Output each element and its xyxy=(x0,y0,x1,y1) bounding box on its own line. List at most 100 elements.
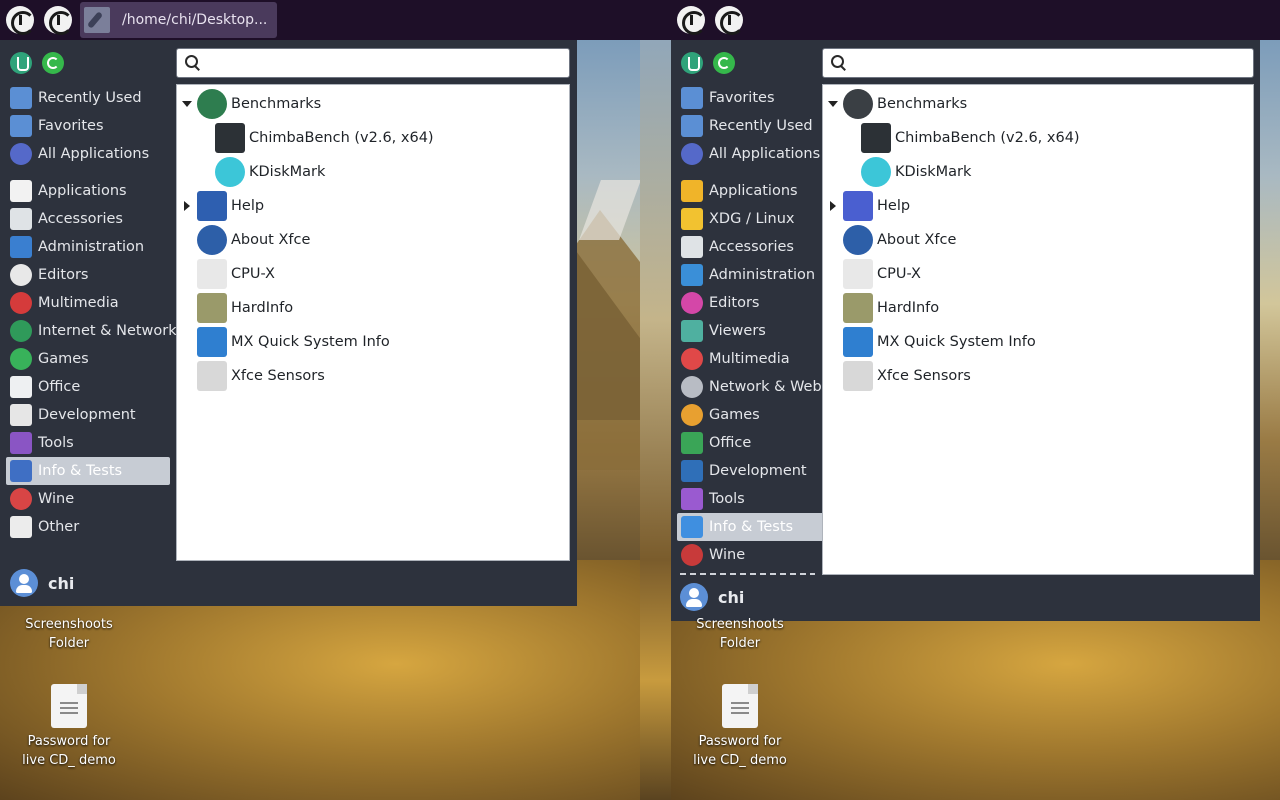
category-label: Games xyxy=(709,407,760,423)
app-label: KDiskMark xyxy=(895,164,972,180)
app-item-chimbabench-v2-6-x64[interactable]: ChimbaBench (v2.6, x64) xyxy=(215,121,434,155)
app-item-xfce-sensors[interactable]: Xfce Sensors xyxy=(843,359,971,393)
search-input[interactable] xyxy=(851,50,1253,76)
games-icon xyxy=(10,348,32,370)
category-item-accessories[interactable]: Accessories xyxy=(677,233,841,261)
category-item-development[interactable]: Development xyxy=(677,457,841,485)
category-item-favorites[interactable]: Favorites xyxy=(6,112,170,140)
app-item-chimbabench-v2-6-x64[interactable]: ChimbaBench (v2.6, x64) xyxy=(861,121,1080,155)
category-item-administration[interactable]: Administration xyxy=(677,261,841,289)
info-tests-icon xyxy=(10,460,32,482)
office-icon xyxy=(681,432,703,454)
app-label: Xfce Sensors xyxy=(877,368,971,384)
category-item-development[interactable]: Development xyxy=(6,401,170,429)
category-item-network-web[interactable]: Network & Web xyxy=(677,373,841,401)
app-item-kdiskmark[interactable]: KDiskMark xyxy=(215,155,325,189)
launcher-button[interactable] xyxy=(712,3,746,37)
refresh-icon[interactable] xyxy=(713,52,735,74)
app-item-xfce-sensors[interactable]: Xfce Sensors xyxy=(197,359,325,393)
app-group-benchmarks[interactable]: Benchmarks xyxy=(843,87,967,121)
multimedia-icon xyxy=(681,348,703,370)
category-item-office[interactable]: Office xyxy=(677,429,841,457)
app-group-help[interactable]: Help xyxy=(843,189,910,223)
category-item-internet-network[interactable]: Internet & Network xyxy=(6,317,177,345)
taskbar-window-button[interactable]: /home/chi/Desktop... xyxy=(80,2,277,38)
category-item-all-applications[interactable]: All Applications xyxy=(6,140,170,168)
app-item-mx-quick-system-info[interactable]: MX Quick System Info xyxy=(197,325,390,359)
settings-manager-icon[interactable] xyxy=(681,52,703,74)
category-item-recently-used[interactable]: Recently Used xyxy=(6,84,170,112)
category-item-office[interactable]: Office xyxy=(6,373,170,401)
refresh-icon[interactable] xyxy=(42,52,64,74)
help-icon xyxy=(197,191,227,221)
settings-manager-icon[interactable] xyxy=(10,52,32,74)
category-item-all-applications[interactable]: All Applications xyxy=(677,140,841,168)
xfce-sensors-icon xyxy=(197,361,227,391)
internet-network-icon xyxy=(10,320,32,342)
category-item-multimedia[interactable]: Multimedia xyxy=(6,289,170,317)
category-item-applications[interactable]: Applications xyxy=(677,177,841,205)
search-input[interactable] xyxy=(205,50,569,76)
search-field[interactable] xyxy=(822,48,1254,78)
app-label: CPU-X xyxy=(231,266,275,282)
category-item-multimedia[interactable]: Multimedia xyxy=(677,345,841,373)
other-icon xyxy=(10,516,32,538)
category-item-wine[interactable]: Wine xyxy=(677,541,841,569)
whisker-menu-button[interactable] xyxy=(3,3,37,37)
app-item-hardinfo[interactable]: HardInfo xyxy=(197,291,293,325)
category-item-xdg-linux[interactable]: XDG / Linux xyxy=(677,205,841,233)
desktop-file-password[interactable]: Password for live CD_ demo xyxy=(9,684,129,770)
category-item-info-tests[interactable]: Info & Tests xyxy=(677,513,841,541)
app-item-about-xfce[interactable]: About Xfce xyxy=(843,223,956,257)
expand-arrow-right-icon[interactable] xyxy=(179,198,195,214)
file-label-line2: live CD_ demo xyxy=(22,753,116,768)
app-label: About Xfce xyxy=(877,232,957,248)
file-label-line1: Password for xyxy=(27,734,111,749)
whisker-menu-button[interactable] xyxy=(674,3,708,37)
search-field[interactable] xyxy=(176,48,570,78)
category-item-editors[interactable]: Editors xyxy=(6,261,170,289)
app-item-hardinfo[interactable]: HardInfo xyxy=(843,291,939,325)
app-group-help[interactable]: Help xyxy=(197,189,264,223)
expand-arrow-right-icon[interactable] xyxy=(825,198,841,214)
app-item-mx-quick-system-info[interactable]: MX Quick System Info xyxy=(843,325,1036,359)
category-label: Multimedia xyxy=(709,351,790,367)
app-item-cpu-x[interactable]: CPU-X xyxy=(197,257,275,291)
category-scroll-indicator xyxy=(680,573,815,575)
folder-label-line1: Screenshoots xyxy=(696,617,784,632)
category-item-applications[interactable]: Applications xyxy=(6,177,170,205)
category-item-games[interactable]: Games xyxy=(677,401,841,429)
applications-panel: Benchmarks ChimbaBench (v2.6, x64) KDiskMa… xyxy=(822,84,1254,575)
category-item-accessories[interactable]: Accessories xyxy=(6,205,170,233)
category-item-administration[interactable]: Administration xyxy=(6,233,170,261)
kdiskmark-icon xyxy=(861,157,891,187)
desktop-file-password[interactable]: Password for live CD_ demo xyxy=(680,684,800,770)
category-item-other[interactable]: Other xyxy=(6,513,170,541)
launcher-button[interactable] xyxy=(41,3,75,37)
category-item-info-tests[interactable]: Info & Tests xyxy=(6,457,170,485)
category-item-tools[interactable]: Tools xyxy=(677,485,841,513)
category-item-wine[interactable]: Wine xyxy=(6,485,170,513)
app-item-kdiskmark[interactable]: KDiskMark xyxy=(861,155,971,189)
category-item-tools[interactable]: Tools xyxy=(6,429,170,457)
expand-arrow-down-icon[interactable] xyxy=(825,96,841,112)
top-panel-left: /home/chi/Desktop... xyxy=(0,0,671,40)
user-info[interactable]: chi xyxy=(680,583,744,611)
app-group-benchmarks[interactable]: Benchmarks xyxy=(197,87,321,121)
file-label-line1: Password for xyxy=(698,734,782,749)
category-item-recently-used[interactable]: Recently Used xyxy=(677,112,841,140)
category-item-favorites[interactable]: Favorites xyxy=(677,84,841,112)
app-item-about-xfce[interactable]: About Xfce xyxy=(197,223,310,257)
info-tests-icon xyxy=(681,516,703,538)
category-item-editors[interactable]: Editors xyxy=(677,289,841,317)
desktop-folder-screenshoots[interactable]: Screenshoots Folder xyxy=(680,615,800,653)
expand-arrow-down-icon[interactable] xyxy=(179,96,195,112)
desktop-folder-screenshoots[interactable]: Screenshoots Folder xyxy=(9,615,129,653)
category-label: Games xyxy=(38,351,89,367)
chimbabench-icon xyxy=(215,123,245,153)
category-item-viewers[interactable]: Viewers xyxy=(677,317,841,345)
app-item-cpu-x[interactable]: CPU-X xyxy=(843,257,921,291)
category-item-games[interactable]: Games xyxy=(6,345,170,373)
user-info[interactable]: chi xyxy=(10,569,74,597)
app-label: KDiskMark xyxy=(249,164,326,180)
